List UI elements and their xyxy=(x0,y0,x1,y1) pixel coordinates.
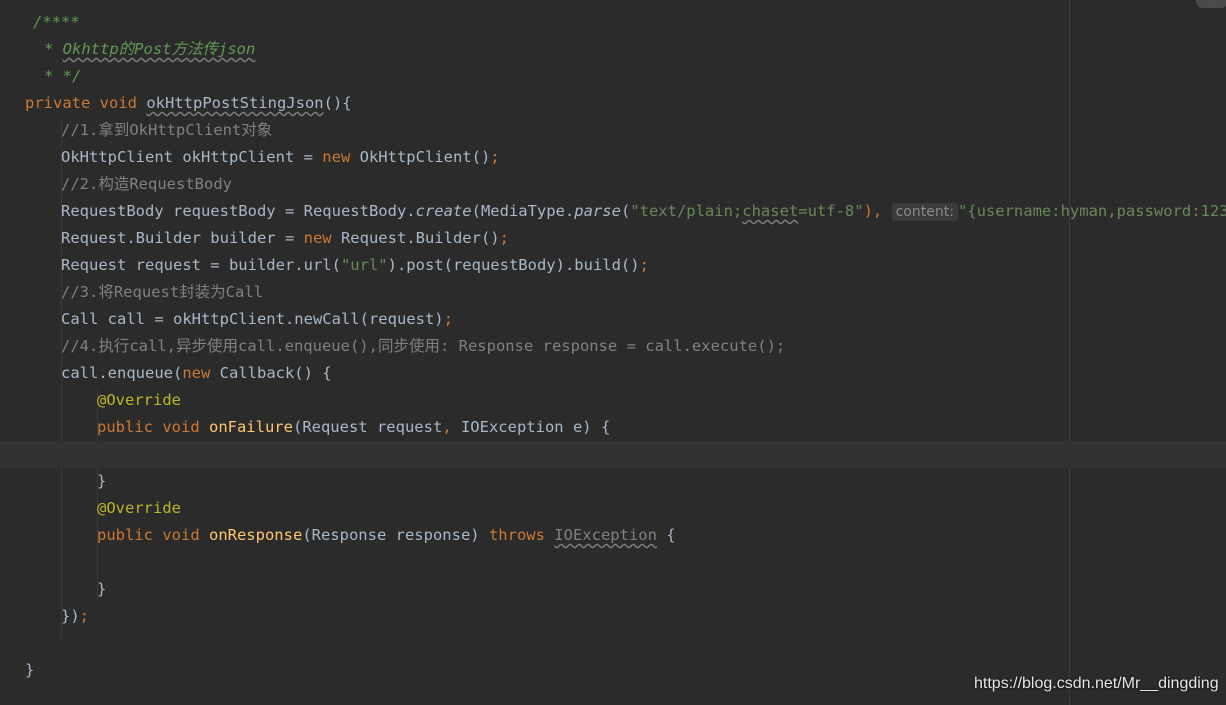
keyword: new xyxy=(182,364,220,382)
keyword: new xyxy=(322,148,360,166)
keyword: throws xyxy=(488,526,555,544)
code-text: IOException e) { xyxy=(460,418,611,436)
code-text: ( xyxy=(620,202,631,220)
code-line-5: //1.拿到OkHttpClient对象 xyxy=(61,117,1226,144)
code-text: { xyxy=(656,526,676,544)
scrollbar-thumb[interactable] xyxy=(1196,0,1226,8)
static-method: create xyxy=(415,202,472,220)
code-line-1: /**** xyxy=(33,9,1226,36)
code-text: Call call = okHttpClient.newCall(request… xyxy=(61,310,444,328)
line-comment: //2.构造RequestBody xyxy=(61,175,232,193)
code-text: OkHttpClient() xyxy=(359,148,491,166)
code-line-2: * Okhttp的Post方法传json xyxy=(44,36,1226,63)
doc-comment-star: * xyxy=(44,40,63,58)
code-text: Request request = builder.url( xyxy=(61,256,341,274)
code-text: ).post(requestBody).build() xyxy=(387,256,640,274)
code-line-23: }); xyxy=(61,603,1226,630)
code-line-19: @Override xyxy=(97,495,1226,522)
code-text: Callback() { xyxy=(219,364,332,382)
annotation: @Override xyxy=(97,391,181,409)
keyword: public void xyxy=(97,526,209,544)
code-line-4: private void okHttpPostStingJson(){ xyxy=(25,90,1226,117)
static-method: parse xyxy=(574,202,621,220)
semicolon: ; xyxy=(499,229,509,247)
line-comment: //1.拿到OkHttpClient对象 xyxy=(61,121,273,139)
code-line-18: } xyxy=(97,468,1226,495)
code-line-7: //2.构造RequestBody xyxy=(61,171,1226,198)
method-name: onFailure xyxy=(208,418,293,436)
code-text: (){ xyxy=(323,94,352,112)
line-comment: //4.执行call,异步使用call.enqueue(),同步使用: Resp… xyxy=(61,337,786,355)
line-comment: //3.将Request封装为Call xyxy=(61,283,263,301)
semicolon: ; xyxy=(443,310,453,328)
code-line-6: OkHttpClient okHttpClient = new OkHttpCl… xyxy=(61,144,1226,171)
code-text: Request.Builder() xyxy=(340,229,500,247)
closing-brace: } xyxy=(25,661,35,679)
semicolon: ; xyxy=(639,256,649,274)
method-name: okHttpPostStingJson xyxy=(146,94,324,112)
code-text: Request.Builder builder = xyxy=(61,229,304,247)
code-text: (Response response) xyxy=(302,526,489,544)
code-line-20: public void onResponse(Response response… xyxy=(97,522,1226,549)
comma: , xyxy=(442,418,461,436)
code-text: ), xyxy=(863,202,883,220)
string-literal: "text/plain; xyxy=(630,202,743,220)
keyword: private void xyxy=(25,94,147,112)
code-text: }) xyxy=(61,607,80,625)
code-line-14: call.enqueue(new Callback() { xyxy=(61,360,1226,387)
unused-exception: IOException xyxy=(554,526,657,544)
doc-comment-end: * */ xyxy=(44,67,82,85)
string-literal: "url" xyxy=(340,256,388,274)
closing-brace: } xyxy=(97,580,107,598)
code-line-8: RequestBody requestBody = RequestBody.cr… xyxy=(61,198,1226,225)
method-name: onResponse xyxy=(208,526,303,544)
code-line-16: public void onFailure(Request request, I… xyxy=(97,414,1226,441)
code-text: OkHttpClient okHttpClient = xyxy=(61,148,323,166)
code-text: RequestBody requestBody = RequestBody. xyxy=(61,202,416,220)
closing-brace: } xyxy=(97,472,107,490)
code-line-12: Call call = okHttpClient.newCall(request… xyxy=(61,306,1226,333)
string-literal: "{username:hyman,password:123}" xyxy=(957,202,1226,220)
semicolon: ; xyxy=(79,607,90,625)
code-line-10: Request request = builder.url("url").pos… xyxy=(61,252,1226,279)
string-literal-typo: chaset xyxy=(742,202,799,220)
code-text: (MediaType. xyxy=(471,202,575,220)
code-line-9: Request.Builder builder = new Request.Bu… xyxy=(61,225,1226,252)
semicolon: ; xyxy=(490,148,500,166)
watermark-url: https://blog.csdn.net/Mr__dingding xyxy=(974,675,1219,692)
keyword: public void xyxy=(97,418,209,436)
doc-comment-start: /**** xyxy=(33,13,80,31)
code-text: call.enqueue( xyxy=(61,364,183,382)
code-line-3: * */ xyxy=(44,63,1226,90)
parameter-hint: content: xyxy=(891,203,958,221)
code-editor[interactable]: /**** * Okhttp的Post方法传json * */ private … xyxy=(0,0,1226,705)
code-line-15: @Override xyxy=(97,387,1226,414)
code-line-13: //4.执行call,异步使用call.enqueue(),同步使用: Resp… xyxy=(61,333,1226,360)
annotation: @Override xyxy=(97,499,181,517)
keyword: new xyxy=(303,229,341,247)
code-line-17-caret[interactable] xyxy=(0,441,1226,468)
doc-comment-text: Okhttp的Post方法传json xyxy=(62,40,256,58)
code-line-22: } xyxy=(97,576,1226,603)
code-text: (Request request xyxy=(292,418,443,436)
string-literal: =utf-8" xyxy=(798,202,864,220)
code-line-11: //3.将Request封装为Call xyxy=(61,279,1226,306)
